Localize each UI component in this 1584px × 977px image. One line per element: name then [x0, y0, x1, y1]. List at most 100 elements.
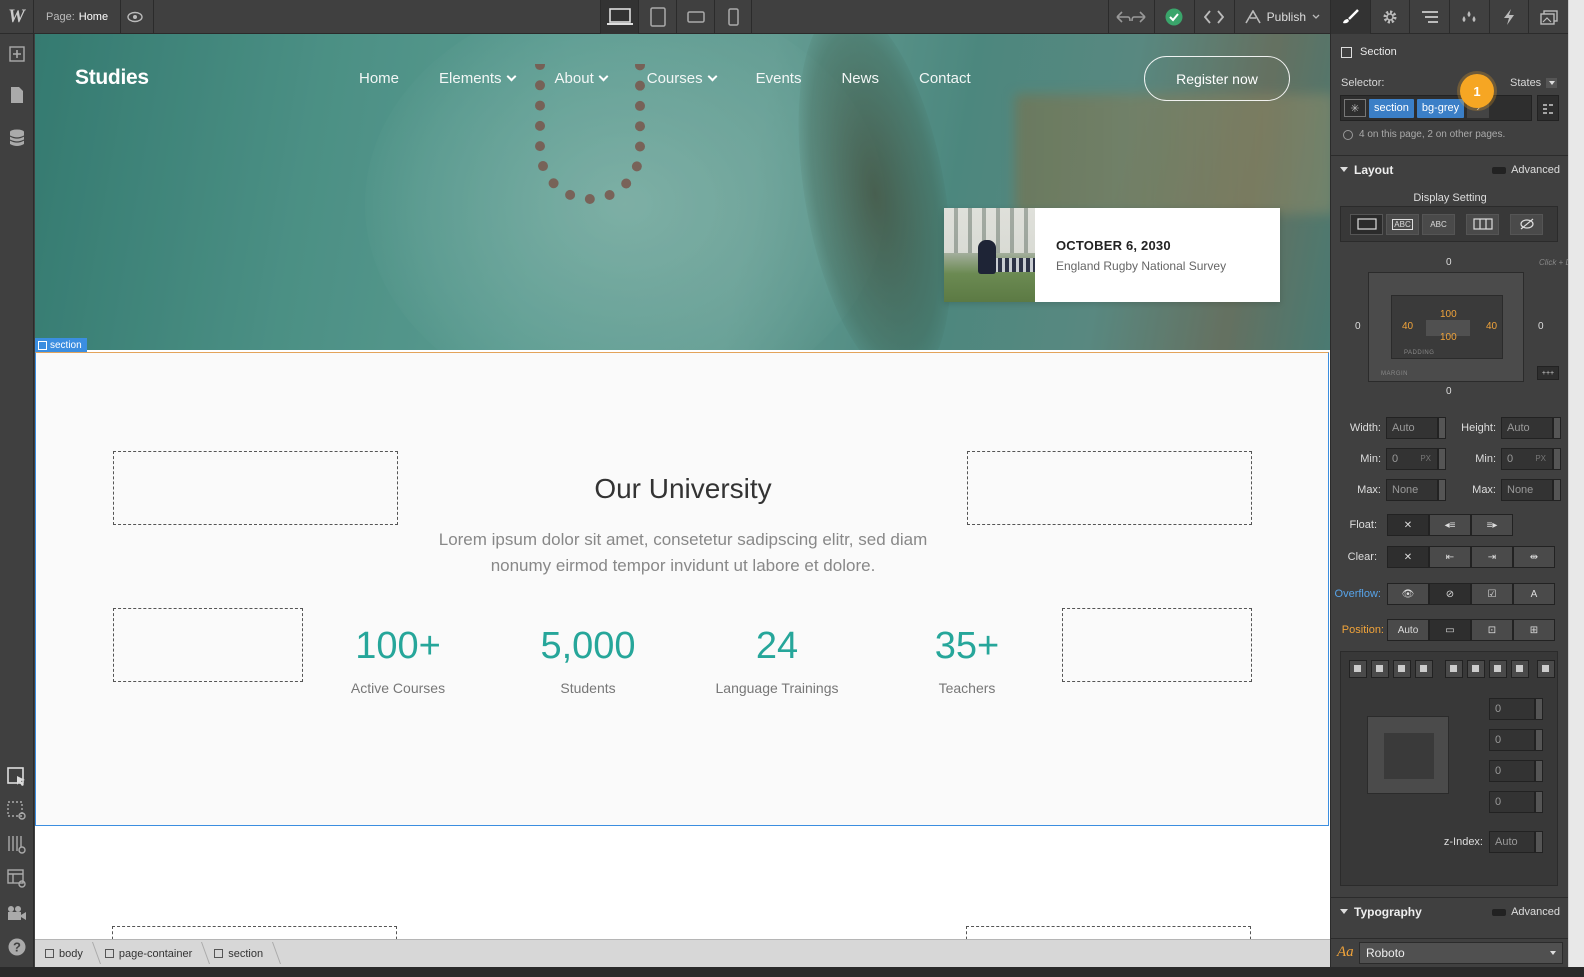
tutorials-button[interactable] [0, 896, 34, 930]
xray-mode-button[interactable] [0, 862, 34, 896]
float-none-button[interactable]: ✕ [1387, 514, 1429, 536]
selector-menu-button[interactable] [1537, 95, 1559, 121]
show-element-edges-button[interactable] [0, 794, 34, 828]
left-offset-input[interactable]: 0 [1489, 729, 1535, 751]
display-inline-block-button[interactable]: ABC [1386, 213, 1419, 235]
selector-field[interactable]: ✳ section bg-grey › [1340, 95, 1532, 121]
webflow-logo[interactable]: W [0, 0, 34, 34]
min-height-stepper[interactable] [1553, 448, 1561, 470]
display-none-button[interactable] [1510, 213, 1543, 235]
position-absolute-button[interactable]: ⊡ [1471, 619, 1513, 641]
tab-assets[interactable] [1529, 0, 1570, 34]
tab-style[interactable] [1331, 0, 1371, 34]
position-auto-button[interactable]: Auto [1387, 619, 1429, 641]
clear-both-button[interactable]: ⇹ [1513, 546, 1555, 568]
height-stepper[interactable] [1553, 417, 1561, 439]
min-width-stepper[interactable] [1438, 448, 1446, 470]
box-model-lock-button[interactable]: +++ [1537, 366, 1559, 380]
cms-panel-button[interactable] [0, 121, 34, 155]
section-title[interactable]: Our University [36, 473, 1330, 505]
nav-item-courses[interactable]: Courses [647, 70, 718, 87]
site-brand[interactable]: Studies [75, 66, 149, 90]
tab-interactions[interactable] [1490, 0, 1530, 34]
position-preset-button[interactable] [1489, 660, 1507, 678]
advanced-toggle[interactable]: Advanced [1492, 164, 1560, 176]
max-width-input[interactable]: None [1386, 479, 1438, 501]
asterisk-icon[interactable]: ✳ [1344, 99, 1366, 117]
clear-right-button[interactable]: ⇥ [1471, 546, 1513, 568]
selected-element-tag[interactable]: section [35, 338, 87, 352]
stat-item[interactable]: 24 Language Trainings [682, 625, 872, 696]
margin-bottom-value[interactable]: 0 [1446, 386, 1452, 397]
undo-redo-button[interactable] [1107, 0, 1154, 34]
right-offset-input[interactable]: 0 [1489, 760, 1535, 782]
mobile-portrait-view-button[interactable] [714, 0, 752, 34]
position-preset-button[interactable] [1537, 660, 1555, 678]
box-model-editor[interactable]: MARGIN PADDING 100 100 40 40 [1368, 272, 1524, 382]
max-height-input[interactable]: None [1501, 479, 1553, 501]
empty-placeholder-box[interactable] [1062, 608, 1252, 682]
typography-section-header[interactable]: Typography Advanced [1331, 897, 1569, 925]
page-selector[interactable]: Page: Home [34, 0, 122, 34]
position-offset-box[interactable] [1367, 716, 1449, 794]
grid-overlay-button[interactable] [0, 828, 34, 862]
top-offset-input[interactable]: 0 [1489, 698, 1535, 720]
states-dropdown[interactable]: States [1510, 77, 1558, 89]
help-button[interactable]: ? [0, 930, 34, 964]
saved-status-button[interactable] [1153, 0, 1194, 34]
class-pill-section[interactable]: section [1369, 98, 1414, 118]
zindex-stepper[interactable] [1535, 831, 1543, 853]
position-preset-button[interactable] [1371, 660, 1389, 678]
position-relative-button[interactable]: ▭ [1429, 619, 1471, 641]
pages-panel-button[interactable] [0, 78, 34, 112]
top-offset-stepper[interactable] [1535, 698, 1543, 720]
tab-navigator[interactable] [1410, 0, 1451, 34]
bottom-offset-stepper[interactable] [1535, 791, 1543, 813]
overflow-scroll-button[interactable]: ☑ [1471, 583, 1513, 605]
nav-item-home[interactable]: Home [359, 70, 399, 87]
float-left-button[interactable]: ◂≡ [1429, 514, 1471, 536]
float-right-button[interactable]: ≡▸ [1471, 514, 1513, 536]
layout-section-header[interactable]: Layout Advanced [1331, 155, 1569, 183]
nav-item-contact[interactable]: Contact [919, 70, 971, 87]
desktop-view-button[interactable] [600, 0, 638, 34]
right-offset-stepper[interactable] [1535, 760, 1543, 782]
university-section[interactable]: Our University Lorem ipsum dolor sit ame… [35, 352, 1329, 826]
margin-left-value[interactable]: 0 [1355, 321, 1361, 332]
class-pill-bg-grey[interactable]: bg-grey [1416, 98, 1465, 118]
tutorial-step-badge[interactable]: 1 [1460, 74, 1494, 108]
hero-section[interactable]: Studies Home Elements About Courses Even… [35, 34, 1330, 350]
position-fixed-button[interactable]: ⊞ [1513, 619, 1555, 641]
nav-item-news[interactable]: News [841, 70, 879, 87]
max-width-stepper[interactable] [1438, 479, 1446, 501]
code-export-button[interactable] [1193, 0, 1234, 34]
tablet-view-button[interactable] [638, 0, 676, 34]
stat-item[interactable]: 5,000 Students [493, 625, 683, 696]
overflow-auto-button[interactable]: A [1513, 583, 1555, 605]
clear-left-button[interactable]: ⇤ [1429, 546, 1471, 568]
max-height-stepper[interactable] [1553, 479, 1561, 501]
stat-item[interactable]: 100+ Active Courses [303, 625, 493, 696]
width-input[interactable]: Auto [1386, 417, 1438, 439]
next-section[interactable] [35, 826, 1330, 939]
nav-item-about[interactable]: About [555, 70, 609, 87]
padding-right-value[interactable]: 40 [1486, 321, 1497, 332]
margin-right-value[interactable]: 0 [1538, 321, 1544, 332]
event-card[interactable]: OCTOBER 6, 2030 England Rugby National S… [944, 208, 1280, 302]
overflow-hidden-button[interactable]: ⊘ [1429, 583, 1471, 605]
padding-left-value[interactable]: 40 [1402, 321, 1413, 332]
nav-item-events[interactable]: Events [756, 70, 802, 87]
display-block-button[interactable] [1350, 213, 1383, 235]
clear-none-button[interactable]: ✕ [1387, 546, 1429, 568]
empty-placeholder-box[interactable] [113, 608, 303, 682]
position-preset-button[interactable] [1349, 660, 1367, 678]
nav-item-elements[interactable]: Elements [439, 70, 516, 87]
advanced-toggle[interactable]: Advanced [1492, 906, 1560, 918]
select-tool-button[interactable] [0, 760, 34, 794]
left-offset-stepper[interactable] [1535, 729, 1543, 751]
register-now-button[interactable]: Register now [1144, 56, 1290, 101]
overflow-visible-button[interactable]: 👁 [1387, 583, 1429, 605]
height-input[interactable]: Auto [1501, 417, 1553, 439]
position-preset-button[interactable] [1415, 660, 1433, 678]
zindex-input[interactable]: Auto [1489, 831, 1535, 853]
